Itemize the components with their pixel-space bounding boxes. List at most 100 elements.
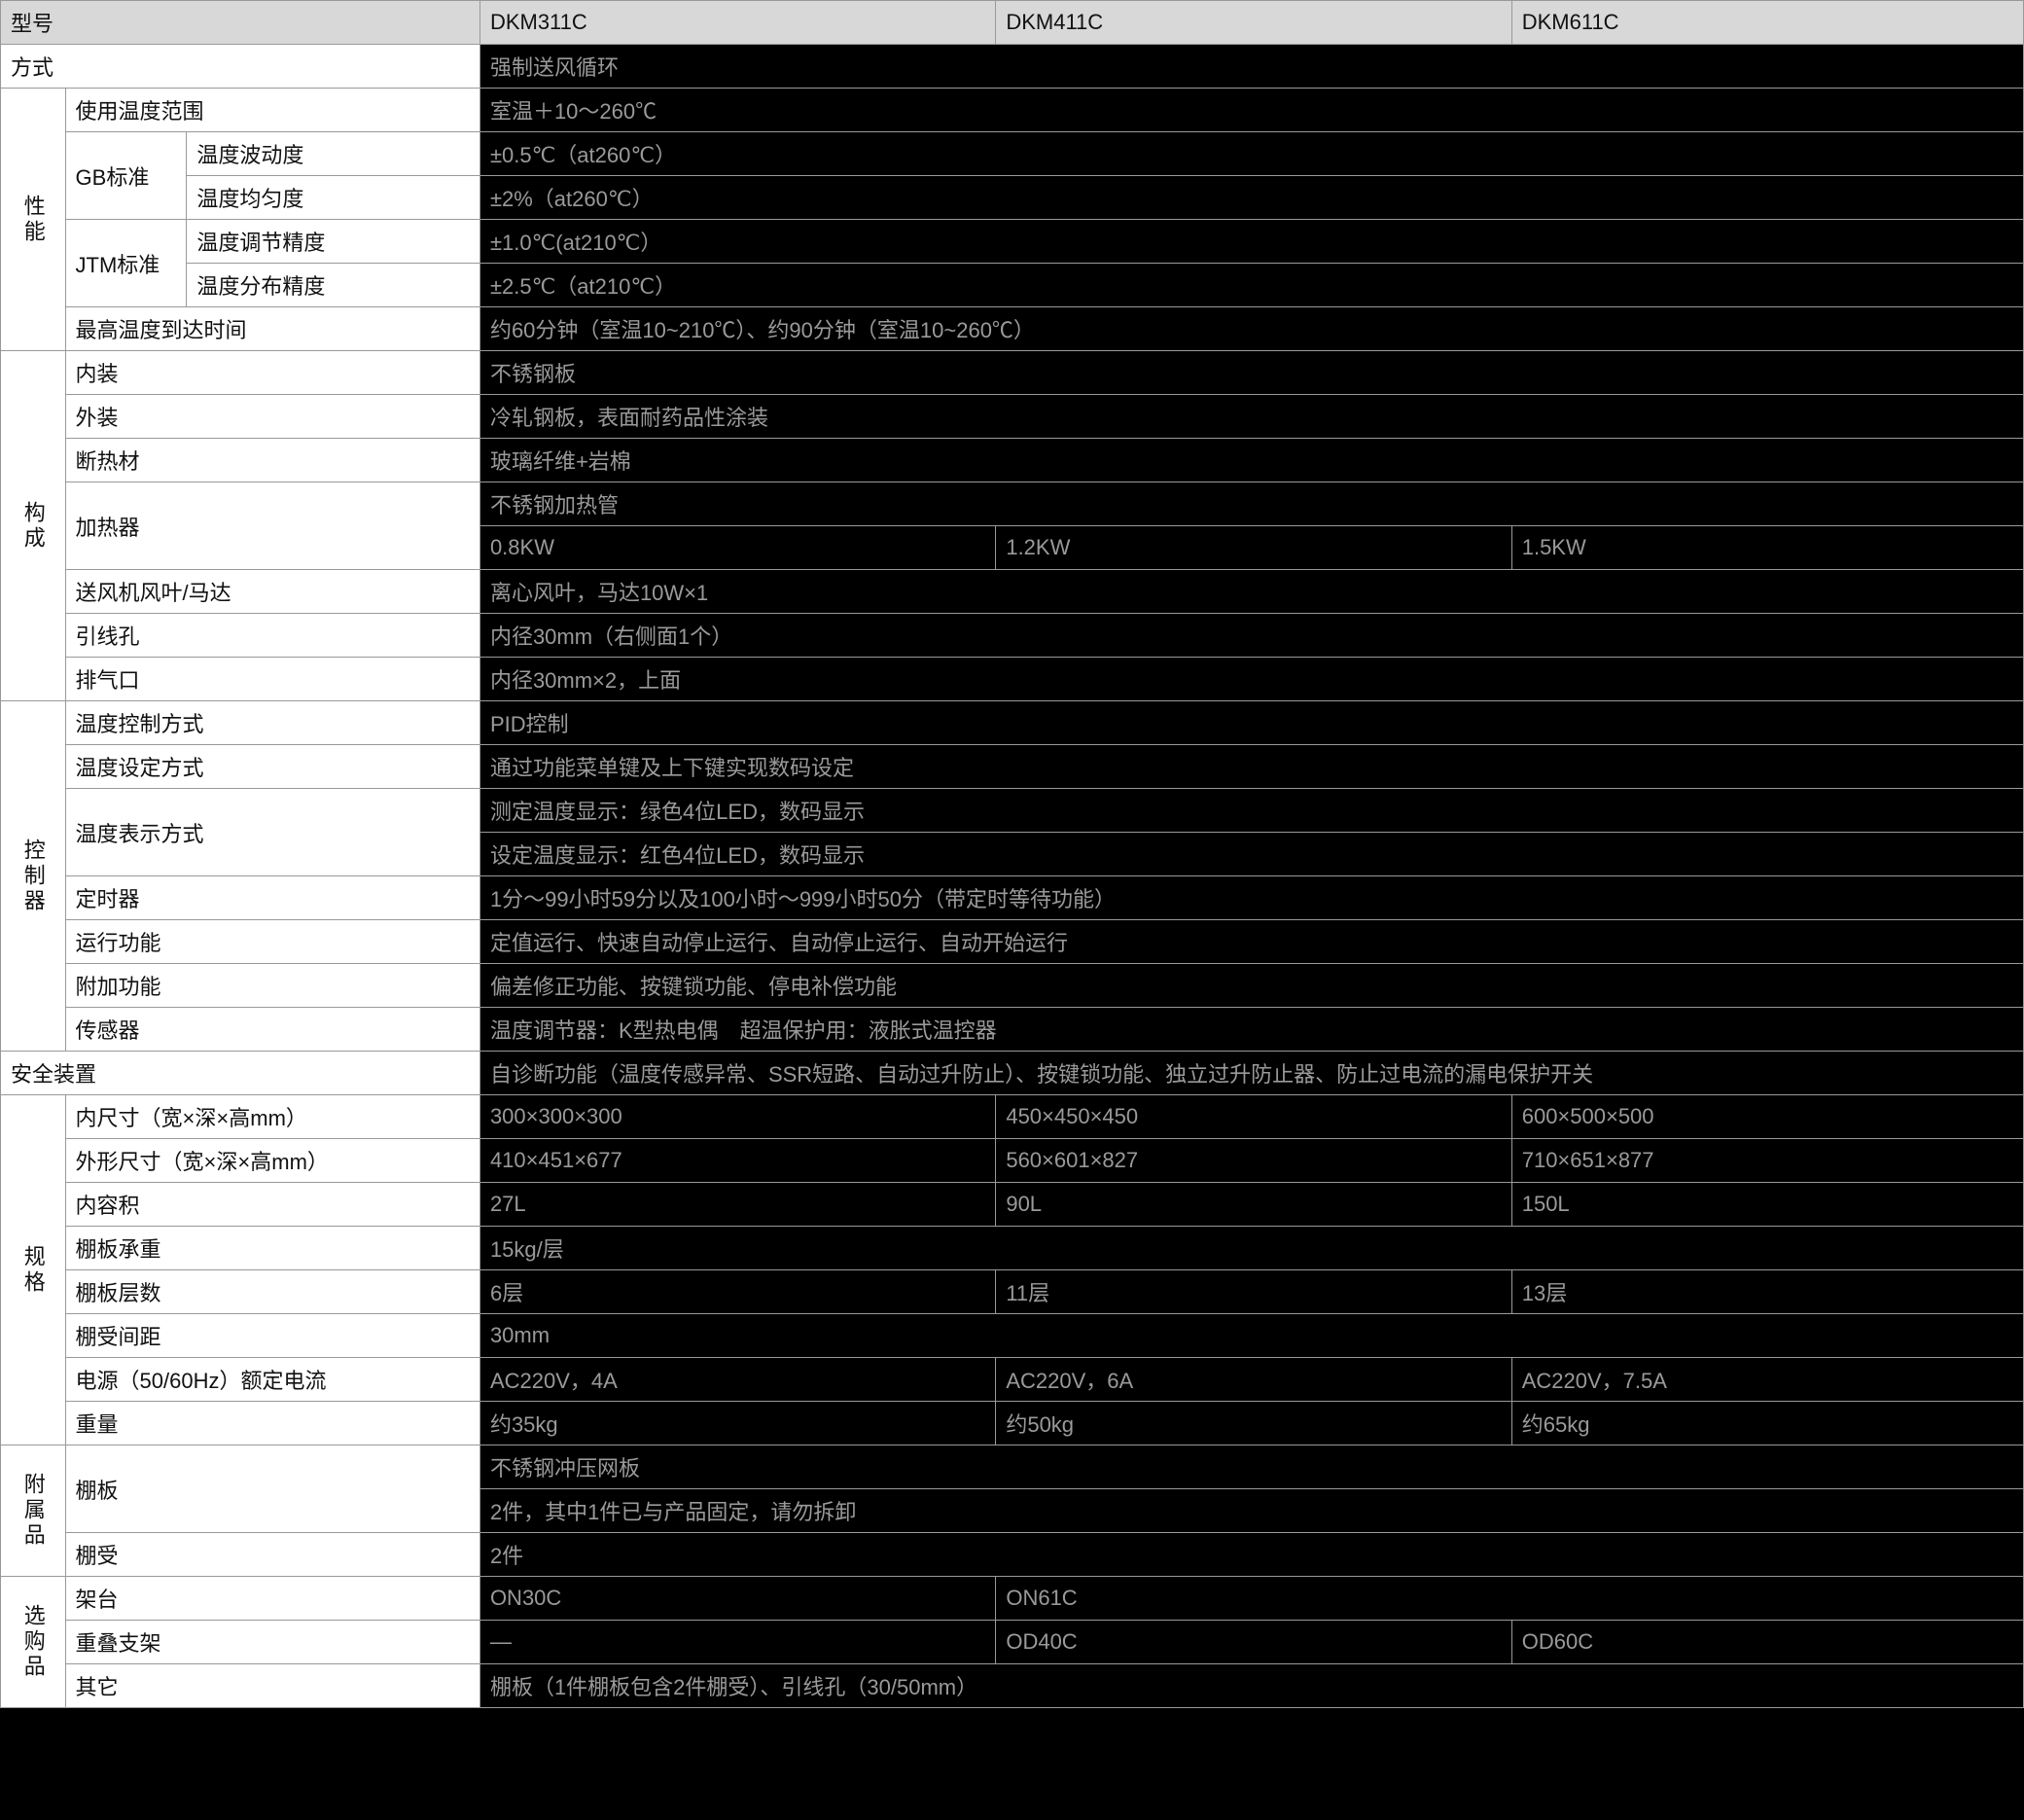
perf-group: 性能 [1,89,66,351]
inner-label: 内装 [65,351,479,395]
method-value: 强制送风循环 [479,45,2023,89]
model-label: 型号 [1,1,480,45]
indim-m3: 600×500×500 [1511,1095,2023,1139]
lead-label: 引线孔 [65,614,479,658]
fan: 离心风叶，马达10W×1 [479,570,2023,614]
spacing: 30mm [479,1314,2023,1358]
model-1: DKM311C [479,1,995,45]
acc-holder-label: 棚受 [65,1533,479,1577]
sensor: 温度调节器：K型热电偶 超温保护用：液胀式温控器 [479,1008,2023,1052]
outdim-m2: 560×601×827 [996,1139,1511,1183]
run-label: 运行功能 [65,920,479,964]
indim-m2: 450×450×450 [996,1095,1511,1139]
maxtemp-label: 最高温度到达时间 [65,307,479,351]
timer-label: 定时器 [65,876,479,920]
gb-label: GB标准 [65,132,187,220]
outdim-m1: 410×451×677 [479,1139,995,1183]
spec-table: 型号 DKM311C DKM411C DKM611C 方式 强制送风循环 性能 … [0,0,2024,1708]
ctrl-group: 控制器 [1,701,66,1052]
shelf-m2: 11层 [996,1270,1511,1314]
opt-group: 选购品 [1,1577,66,1708]
insul: 玻璃纤维+岩棉 [479,439,2023,482]
outer: 冷轧钢板，表面耐药品性涂装 [479,395,2023,439]
jtm-label: JTM标准 [65,220,187,307]
spec-group: 规格 [1,1095,66,1445]
jtm-dist: ±2.5℃（at210℃） [479,264,2023,307]
model-3: DKM611C [1511,1,2023,45]
insul-label: 断热材 [65,439,479,482]
heater-m3: 1.5KW [1511,526,2023,570]
weight-m2: 约50kg [996,1402,1511,1445]
vol-m3: 150L [1511,1183,2023,1227]
fan-label: 送风机风叶/马达 [65,570,479,614]
disp-label: 温度表示方式 [65,789,479,876]
header-row: 型号 DKM311C DKM411C DKM611C [1,1,2024,45]
acc-shelf-mat: 不锈钢冲压网板 [479,1445,2023,1489]
gb-fluct: ±0.5℃（at260℃） [479,132,2023,176]
vent: 内径30mm×2，上面 [479,658,2023,701]
vol-m2: 90L [996,1183,1511,1227]
timer: 1分～99小时59分以及100小时～999小时50分（带定时等待功能） [479,876,2023,920]
shelf-m3: 13层 [1511,1270,2023,1314]
acc-holder: 2件 [479,1533,2023,1577]
power-m2: AC220V，6A [996,1358,1511,1402]
acc-shelf-qty: 2件，其中1件已与产品固定，请勿拆卸 [479,1489,2023,1533]
safety-value: 自诊断功能（温度传感异常、SSR短路、自动过升防止）、按键锁功能、独立过升防止器… [479,1052,2023,1095]
disp2: 设定温度显示：红色4位LED，数码显示 [479,833,2023,876]
opt-stand-label: 架台 [65,1577,479,1621]
opt-other: 棚板（1件棚板包含2件棚受）、引线孔（30/50mm） [479,1664,2023,1708]
weight-label: 重量 [65,1402,479,1445]
use-range-label: 使用温度范围 [65,89,479,132]
spacing-label: 棚受间距 [65,1314,479,1358]
indim-label: 内尺寸（宽×深×高mm） [65,1095,479,1139]
gb-unif: ±2%（at260℃） [479,176,2023,220]
tc: PID控制 [479,701,2023,745]
maxtemp: 约60分钟（室温10~210℃）、约90分钟（室温10~260℃） [479,307,2023,351]
opt-stack-m3: OD60C [1511,1621,2023,1664]
jtm-adj: ±1.0℃(at210℃） [479,220,2023,264]
safety-label: 安全装置 [1,1052,480,1095]
power-label: 电源（50/60Hz）额定电流 [65,1358,479,1402]
shelf-m1: 6层 [479,1270,995,1314]
weight-m1: 约35kg [479,1402,995,1445]
outdim-m3: 710×651×877 [1511,1139,2023,1183]
jtm-dist-label: 温度分布精度 [187,264,480,307]
opt-other-label: 其它 [65,1664,479,1708]
indim-m1: 300×300×300 [479,1095,995,1139]
use-range: 室温＋10～260℃ [479,89,2023,132]
shelfload-label: 棚板承重 [65,1227,479,1270]
heater-m1: 0.8KW [479,526,995,570]
gb-fluct-label: 温度波动度 [187,132,480,176]
opt-stand-m23: ON61C [996,1577,2024,1621]
vent-label: 排气口 [65,658,479,701]
outdim-label: 外形尺寸（宽×深×高mm） [65,1139,479,1183]
opt-stack-m1: — [479,1621,995,1664]
method-label: 方式 [1,45,480,89]
weight-m3: 约65kg [1511,1402,2023,1445]
vol-label: 内容积 [65,1183,479,1227]
acc-group: 附属品 [1,1445,66,1577]
opt-stand-m1: ON30C [479,1577,995,1621]
tc-label: 温度控制方式 [65,701,479,745]
ts-label: 温度设定方式 [65,745,479,789]
shelfload: 15kg/层 [479,1227,2023,1270]
disp1: 测定温度显示：绿色4位LED，数码显示 [479,789,2023,833]
heater-m2: 1.2KW [996,526,1511,570]
power-m1: AC220V，4A [479,1358,995,1402]
model-2: DKM411C [996,1,1511,45]
run: 定值运行、快速自动停止运行、自动停止运行、自动开始运行 [479,920,2023,964]
lead: 内径30mm（右侧面1个） [479,614,2023,658]
vol-m1: 27L [479,1183,995,1227]
heater-label: 加热器 [65,482,479,570]
struct-group: 构成 [1,351,66,701]
acc-shelf-label: 棚板 [65,1445,479,1533]
inner: 不锈钢板 [479,351,2023,395]
sensor-label: 传感器 [65,1008,479,1052]
opt-stack-label: 重叠支架 [65,1621,479,1664]
gb-unif-label: 温度均匀度 [187,176,480,220]
opt-stack-m2: OD40C [996,1621,1511,1664]
power-m3: AC220V，7.5A [1511,1358,2023,1402]
add: 偏差修正功能、按键锁功能、停电补偿功能 [479,964,2023,1008]
add-label: 附加功能 [65,964,479,1008]
outer-label: 外装 [65,395,479,439]
